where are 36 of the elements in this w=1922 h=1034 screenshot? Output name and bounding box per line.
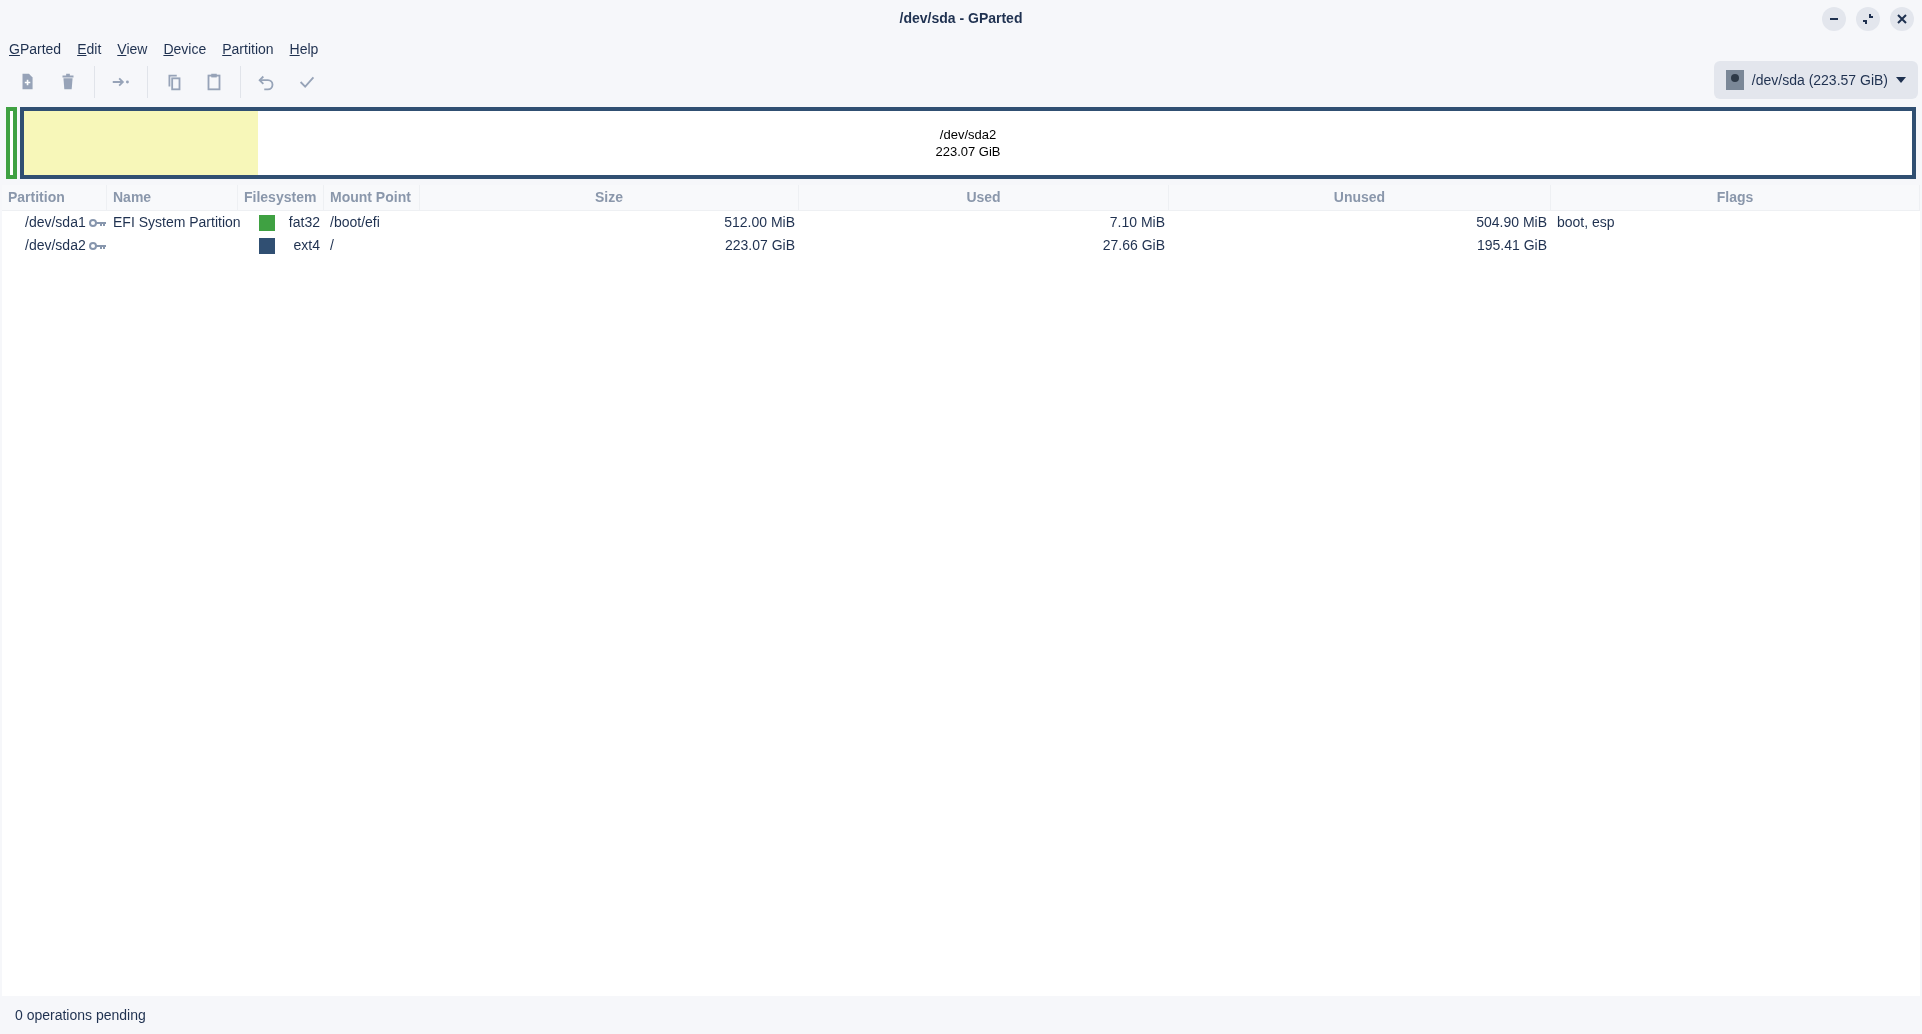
table-cell: 27.66 GiB xyxy=(1102,237,1165,253)
menu-item[interactable]: GParted xyxy=(3,38,68,60)
table-cell: 195.41 GiB xyxy=(1476,237,1547,253)
menu-item[interactable]: Partition xyxy=(216,38,280,60)
status-text: 0 operations pending xyxy=(15,1005,146,1025)
window-title: /dev/sda - GParted xyxy=(899,8,1023,28)
close-icon xyxy=(1897,14,1907,24)
table-cell: 7.10 MiB xyxy=(1109,214,1165,230)
table-cell-text: ext4 xyxy=(293,236,320,255)
restore-button[interactable] xyxy=(1856,7,1880,31)
caret-icon xyxy=(1896,77,1906,83)
table-cell-text: fat32 xyxy=(288,213,320,232)
table-cell-text: /dev/sda1 xyxy=(25,213,86,232)
menu-item[interactable]: Help xyxy=(283,38,325,60)
close-button[interactable] xyxy=(1890,7,1914,31)
menu-item[interactable]: View xyxy=(111,38,154,60)
table-cell: / xyxy=(330,237,334,253)
table-cell-text: /dev/sda2 xyxy=(25,236,86,255)
partition-label: /dev/sda2 xyxy=(939,126,997,143)
menu-item[interactable]: Edit xyxy=(71,38,108,60)
table-cell: EFI System Partition xyxy=(113,214,241,230)
minimize-button[interactable] xyxy=(1822,7,1846,31)
partition-block[interactable] xyxy=(6,107,17,179)
key-icon xyxy=(88,218,106,227)
menu-item[interactable]: Device xyxy=(157,38,213,60)
restore-icon xyxy=(1862,13,1874,25)
device-dropdown[interactable]: /dev/sda (223.57 GiB) xyxy=(1713,61,1918,99)
partition-size: 223.07 GiB xyxy=(935,143,1001,160)
table-cell: 223.07 GiB xyxy=(724,237,795,253)
table-cell: 512.00 MiB xyxy=(724,214,795,230)
table-cell: /boot/efi xyxy=(330,214,380,230)
table-cell: 504.90 MiB xyxy=(1476,214,1547,230)
partition-block[interactable]: /dev/sda2 223.07 GiB xyxy=(20,107,1916,179)
table-cell: boot, esp xyxy=(1557,214,1615,230)
key-icon xyxy=(88,241,106,250)
minimize-icon xyxy=(1830,18,1838,20)
